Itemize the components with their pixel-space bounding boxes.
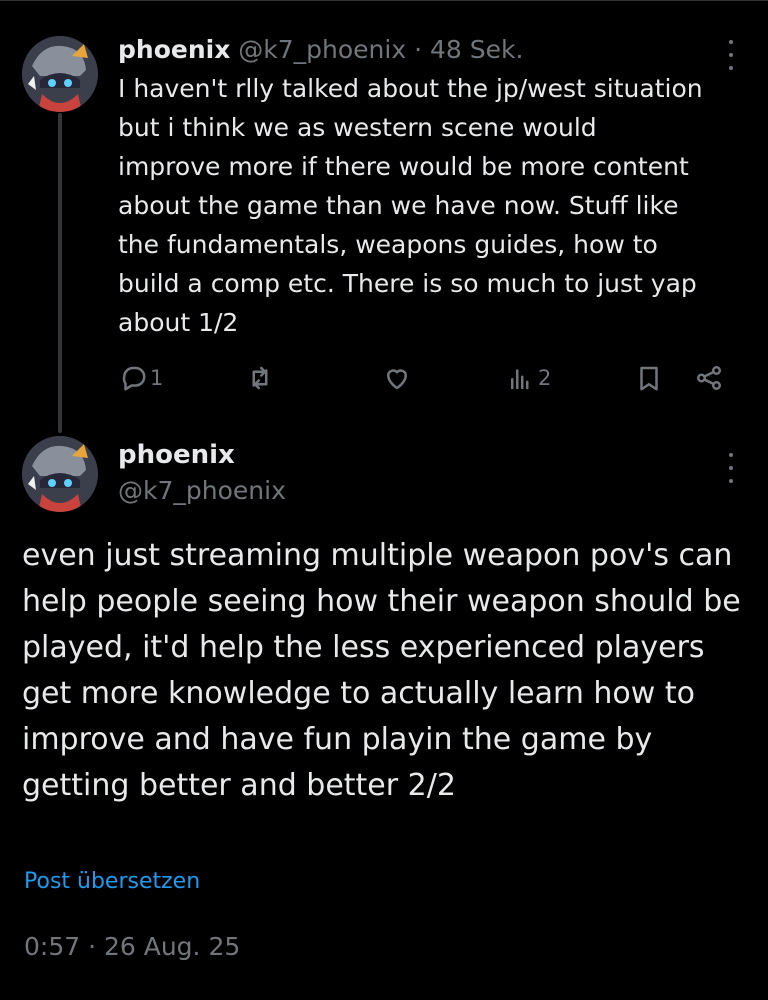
translate-link[interactable]: Post übersetzen (24, 866, 200, 898)
display-name[interactable]: phoenix (118, 437, 235, 473)
action-bar: 1 2 (118, 358, 738, 398)
reply-count: 1 (150, 366, 164, 390)
handle[interactable]: @k7_phoenix (118, 473, 286, 509)
top-divider (0, 0, 768, 1)
avatar[interactable] (22, 436, 98, 512)
views-count: 2 (538, 366, 552, 390)
more-icon[interactable] (721, 453, 741, 483)
display-name[interactable]: phoenix (118, 35, 230, 64)
avatar[interactable] (22, 36, 98, 112)
thread-connector-line (58, 113, 62, 433)
reply-button[interactable]: 1 (118, 358, 163, 398)
bookmark-button[interactable] (634, 358, 664, 398)
share-icon (697, 366, 721, 390)
main-tweet-text: even just streaming multiple weapon pov'… (22, 538, 741, 803)
retweet-button[interactable] (245, 358, 277, 398)
reply-icon (122, 366, 146, 391)
handle[interactable]: @k7_phoenix (238, 35, 406, 64)
reply-text: I haven't rlly talked about the jp/west … (118, 74, 703, 337)
share-button[interactable] (694, 358, 724, 398)
reply-header: phoenix @k7_phoenix · 48 Sek. (118, 33, 523, 67)
more-icon[interactable] (721, 40, 741, 70)
like-button[interactable] (382, 358, 414, 398)
like-icon (387, 369, 407, 390)
views-icon (511, 369, 529, 390)
post-timestamp[interactable]: 0:57 · 26 Aug. 25 (24, 929, 240, 965)
avatar-image (22, 36, 98, 112)
post-time[interactable]: 48 Sek. (430, 35, 523, 64)
bookmark-icon (640, 366, 658, 391)
views-button[interactable]: 2 (506, 358, 551, 398)
separator: · (414, 35, 423, 64)
avatar-image (22, 436, 98, 512)
retweet-icon (252, 366, 268, 390)
